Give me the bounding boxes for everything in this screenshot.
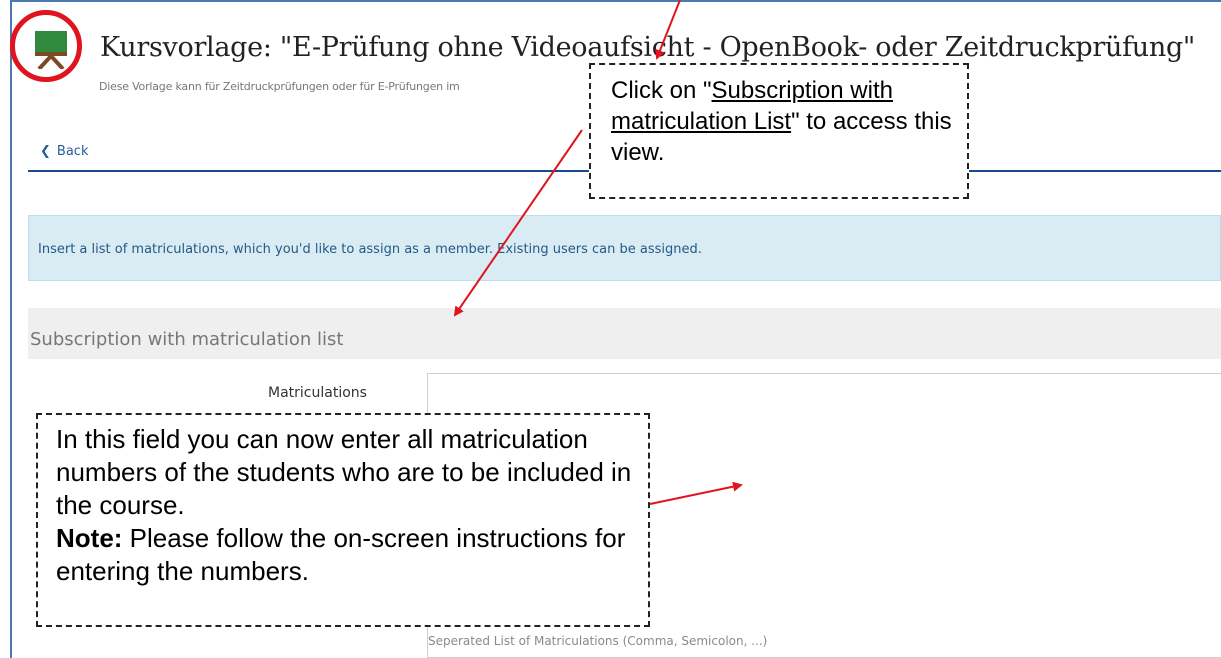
left-border bbox=[10, 0, 12, 658]
annotation-bottom-text: In this field you can now enter all matr… bbox=[56, 424, 632, 520]
icon-highlight-circle bbox=[10, 10, 82, 82]
annotation-callout-bottom: In this field you can now enter all matr… bbox=[36, 413, 650, 627]
matriculations-label: Matriculations bbox=[268, 385, 367, 401]
annotation-callout-top: Click on "Subscription with matriculatio… bbox=[589, 63, 969, 199]
info-message: Insert a list of matriculations, which y… bbox=[38, 242, 702, 257]
course-description: Diese Vorlage kann für Zeitdruckprüfunge… bbox=[99, 80, 460, 93]
top-border bbox=[10, 0, 1221, 2]
chevron-left-icon: ❮ bbox=[40, 144, 51, 159]
back-link[interactable]: ❮ Back bbox=[40, 144, 88, 159]
annotation-note-label: Note: bbox=[56, 523, 123, 553]
matriculations-help-text: Seperated List of Matriculations (Comma,… bbox=[428, 634, 768, 648]
annotation-top-prefix: Click on " bbox=[611, 77, 712, 104]
annotation-note-text: Please follow the on-screen instructions… bbox=[56, 523, 626, 586]
section-title: Subscription with matriculation list bbox=[30, 329, 344, 350]
back-label: Back bbox=[56, 144, 89, 159]
course-title: Kursvorlage: "E-Prüfung ohne Videoaufsic… bbox=[100, 32, 1196, 63]
